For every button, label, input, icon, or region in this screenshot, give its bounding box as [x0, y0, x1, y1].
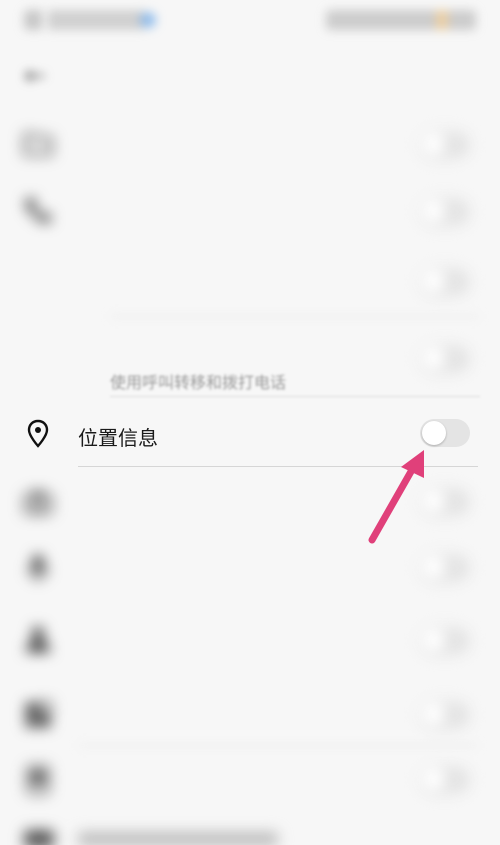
- divider: [78, 466, 478, 467]
- permission-row-partial: [0, 820, 500, 845]
- permission-settings-screen: ← 使用呼叫转移和拨打电话 位置信息: [0, 0, 500, 845]
- toggle-knob: [422, 133, 446, 157]
- storage-toggle[interactable]: [420, 131, 470, 159]
- status-bar: [0, 0, 500, 40]
- divider: [110, 396, 480, 397]
- carrier-status: [24, 10, 154, 30]
- folder-icon: [22, 127, 54, 159]
- toggle-knob: [422, 556, 446, 580]
- apps-toggle[interactable]: [420, 701, 470, 729]
- microphone-toggle[interactable]: [420, 554, 470, 582]
- camera-icon: [22, 486, 54, 518]
- location-label: 位置信息: [78, 426, 158, 450]
- permission-row-contacts[interactable]: [0, 605, 500, 680]
- camera-toggle[interactable]: [420, 488, 470, 516]
- toggle-knob: [422, 347, 446, 371]
- permission-row-apps[interactable]: [0, 685, 500, 745]
- microphone-icon: [22, 552, 54, 584]
- partial-label: [78, 832, 278, 845]
- permission-subrow-call-forwarding[interactable]: 使用呼叫转移和拨打电话: [0, 325, 500, 395]
- sub-toggle[interactable]: [420, 345, 470, 373]
- toggle-knob: [422, 768, 446, 792]
- permission-row-microphone[interactable]: [0, 540, 500, 600]
- permission-subrow[interactable]: [0, 250, 500, 315]
- permission-row-storage[interactable]: [0, 115, 500, 175]
- title-bar: ←: [0, 45, 500, 105]
- toggle-knob: [422, 490, 446, 514]
- permission-row-sms[interactable]: [0, 750, 500, 810]
- phone-toggle[interactable]: [420, 198, 470, 226]
- toggle-knob: [422, 421, 446, 445]
- sub-toggle[interactable]: [420, 268, 470, 296]
- toggle-knob: [422, 270, 446, 294]
- divider: [110, 316, 480, 317]
- location-pin-icon: [22, 418, 54, 450]
- contacts-toggle[interactable]: [420, 627, 470, 655]
- toggle-knob: [422, 703, 446, 727]
- apps-icon: [22, 699, 54, 731]
- system-status-icons: [326, 10, 476, 30]
- phone-icon: [22, 194, 54, 226]
- toggle-knob: [422, 629, 446, 653]
- sms-icon: [22, 764, 54, 796]
- partial-icon: [24, 830, 54, 845]
- sms-toggle[interactable]: [420, 766, 470, 794]
- permission-row-location[interactable]: 位置信息: [0, 400, 500, 466]
- contacts-icon: [22, 623, 54, 655]
- divider: [78, 745, 478, 746]
- toggle-knob: [422, 200, 446, 224]
- notification-dot-icon: [140, 12, 156, 28]
- permission-row-camera[interactable]: [0, 470, 500, 535]
- permission-sub-desc: 使用呼叫转移和拨打电话: [110, 373, 287, 392]
- permission-row-phone[interactable]: [0, 180, 500, 240]
- location-toggle[interactable]: [420, 419, 470, 447]
- arrow-left-icon[interactable]: ←: [24, 63, 50, 89]
